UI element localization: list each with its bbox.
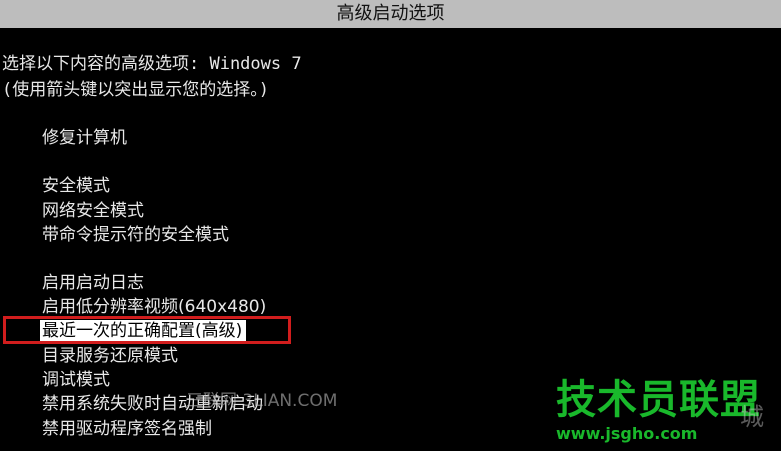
window-title: 高级启动选项 [336,3,445,24]
menu-item-safe-mode-command-prompt[interactable]: 带命令提示符的安全模式 [42,224,229,246]
watermark-city-glyph: 城 [740,403,764,431]
window-title-bar: 高级启动选项 [0,0,781,28]
menu-item-debugging-mode[interactable]: 调试模式 [42,369,110,391]
instruction-line-2: (使用箭头键以突出显示您的选择。) [2,80,269,100]
instruction-line-1: 选择以下内容的高级选项: Windows 7 [2,54,302,74]
watermark-url: www.jsgho.com [556,424,698,443]
menu-item-disable-driver-signature[interactable]: 禁用驱动程序签名强制 [42,418,212,440]
menu-item-directory-services-restore[interactable]: 目录服务还原模式 [42,345,178,367]
watermark-sanlian: 三联网 3LIAN.COM [186,391,338,411]
selection-highlight-box [3,316,291,344]
watermark-logo: 技术员联盟 [556,377,761,423]
menu-item-low-resolution-video[interactable]: 启用低分辨率视频(640x480) [42,296,266,318]
menu-item-safe-mode[interactable]: 安全模式 [42,175,110,197]
menu-item-repair-computer[interactable]: 修复计算机 [42,127,127,149]
menu-item-safe-mode-networking[interactable]: 网络安全模式 [42,200,144,222]
menu-item-boot-logging[interactable]: 启用启动日志 [42,272,144,294]
